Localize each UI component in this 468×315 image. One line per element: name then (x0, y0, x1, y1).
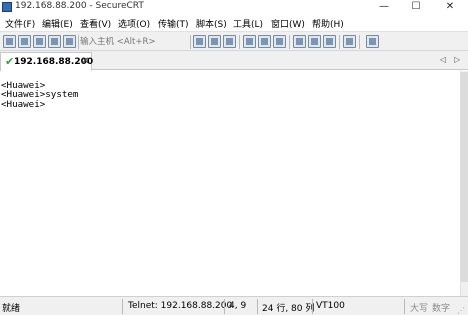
window-title: 192.168.88.200 - SecureCRT (15, 1, 144, 11)
help-icon[interactable] (343, 35, 356, 48)
sftp-icon[interactable] (366, 35, 379, 48)
terminal-line: <Huawei> (1, 98, 46, 110)
menu-file[interactable]: 文件(F) (5, 17, 35, 30)
session-options-icon[interactable] (293, 35, 306, 48)
copy-icon[interactable] (193, 35, 206, 48)
print-setup-icon[interactable] (258, 35, 271, 48)
menu-help[interactable]: 帮助(H) (312, 17, 344, 30)
securecrt-app-icon[interactable] (2, 2, 12, 12)
terminal-output[interactable]: <Huawei> <Huawei>system <Huawei> (0, 71, 460, 296)
toolbar: 输入主机 <Alt+R> (0, 31, 468, 51)
status-terminal-size: 24 行, 80 列 (262, 304, 315, 314)
minimize-button[interactable]: — (370, 0, 398, 14)
settings-icon[interactable] (308, 35, 321, 48)
connect-tab-icon[interactable] (33, 35, 46, 48)
toolbar-separator (190, 35, 191, 49)
toolbar-separator (78, 35, 79, 49)
print-icon[interactable] (243, 35, 256, 48)
title-bar: 192.168.88.200 - SecureCRT — ☐ ✕ (0, 0, 468, 14)
close-window-button[interactable]: ✕ (436, 0, 464, 14)
toolbar-separator (359, 35, 360, 49)
connected-check-icon: ✔ (5, 55, 15, 68)
session-tab[interactable]: ✔ 192.168.88.200 ✕ (0, 52, 93, 71)
menu-transfer[interactable]: 传输(T) (158, 17, 189, 30)
menu-bar: 文件(F) 编辑(E) 查看(V) 选项(O) 传输(T) 脚本(S) 工具(L… (0, 14, 468, 31)
paste-icon[interactable] (208, 35, 221, 48)
status-cursor-position: 4, 9 (229, 301, 247, 311)
toolbar-separator (239, 35, 240, 49)
status-separator (257, 299, 258, 314)
tab-scroll-right-icon[interactable]: ▷ (454, 55, 460, 64)
status-num-lock: 数字 (432, 304, 451, 314)
status-separator (404, 299, 405, 314)
menu-options[interactable]: 选项(O) (118, 17, 150, 30)
menu-script[interactable]: 脚本(S) (196, 17, 227, 30)
maximize-button[interactable]: ☐ (402, 0, 430, 14)
toolbar-separator (339, 35, 340, 49)
session-tab-strip: ✔ 192.168.88.200 ✕ ◁ ▷ (0, 51, 468, 71)
log-session-icon[interactable] (273, 35, 286, 48)
status-caps-lock: 大写 (410, 304, 429, 314)
status-connection: Telnet: 192.168.88.200 (128, 301, 233, 311)
quick-connect-icon[interactable] (18, 35, 31, 48)
scrollbar-thumb[interactable] (460, 72, 468, 282)
find-icon[interactable] (223, 35, 236, 48)
disconnect-icon[interactable] (63, 35, 76, 48)
terminal-line: <Huawei>system (1, 89, 79, 101)
keymap-icon[interactable] (323, 35, 336, 48)
quick-connect-input[interactable]: 输入主机 <Alt+R> (80, 35, 188, 49)
connect-icon[interactable] (3, 35, 16, 48)
status-ready: 就绪 (2, 304, 21, 314)
status-emulation: VT100 (316, 301, 345, 311)
status-separator (122, 299, 123, 314)
menu-view[interactable]: 查看(V) (80, 17, 111, 30)
tab-scroll-left-icon[interactable]: ◁ (440, 55, 446, 64)
menu-tools[interactable]: 工具(L) (233, 17, 263, 30)
resize-grip-icon[interactable]: ⋰ (457, 306, 465, 315)
reconnect-icon[interactable] (48, 35, 61, 48)
close-tab-icon[interactable]: ✕ (81, 56, 89, 67)
toolbar-separator (289, 35, 290, 49)
status-bar: 就绪 Telnet: 192.168.88.200 4, 9 24 行, 80 … (0, 296, 468, 315)
menu-window[interactable]: 窗口(W) (271, 17, 305, 30)
status-separator (312, 299, 313, 314)
menu-edit[interactable]: 编辑(E) (42, 17, 73, 30)
status-separator (224, 299, 225, 314)
